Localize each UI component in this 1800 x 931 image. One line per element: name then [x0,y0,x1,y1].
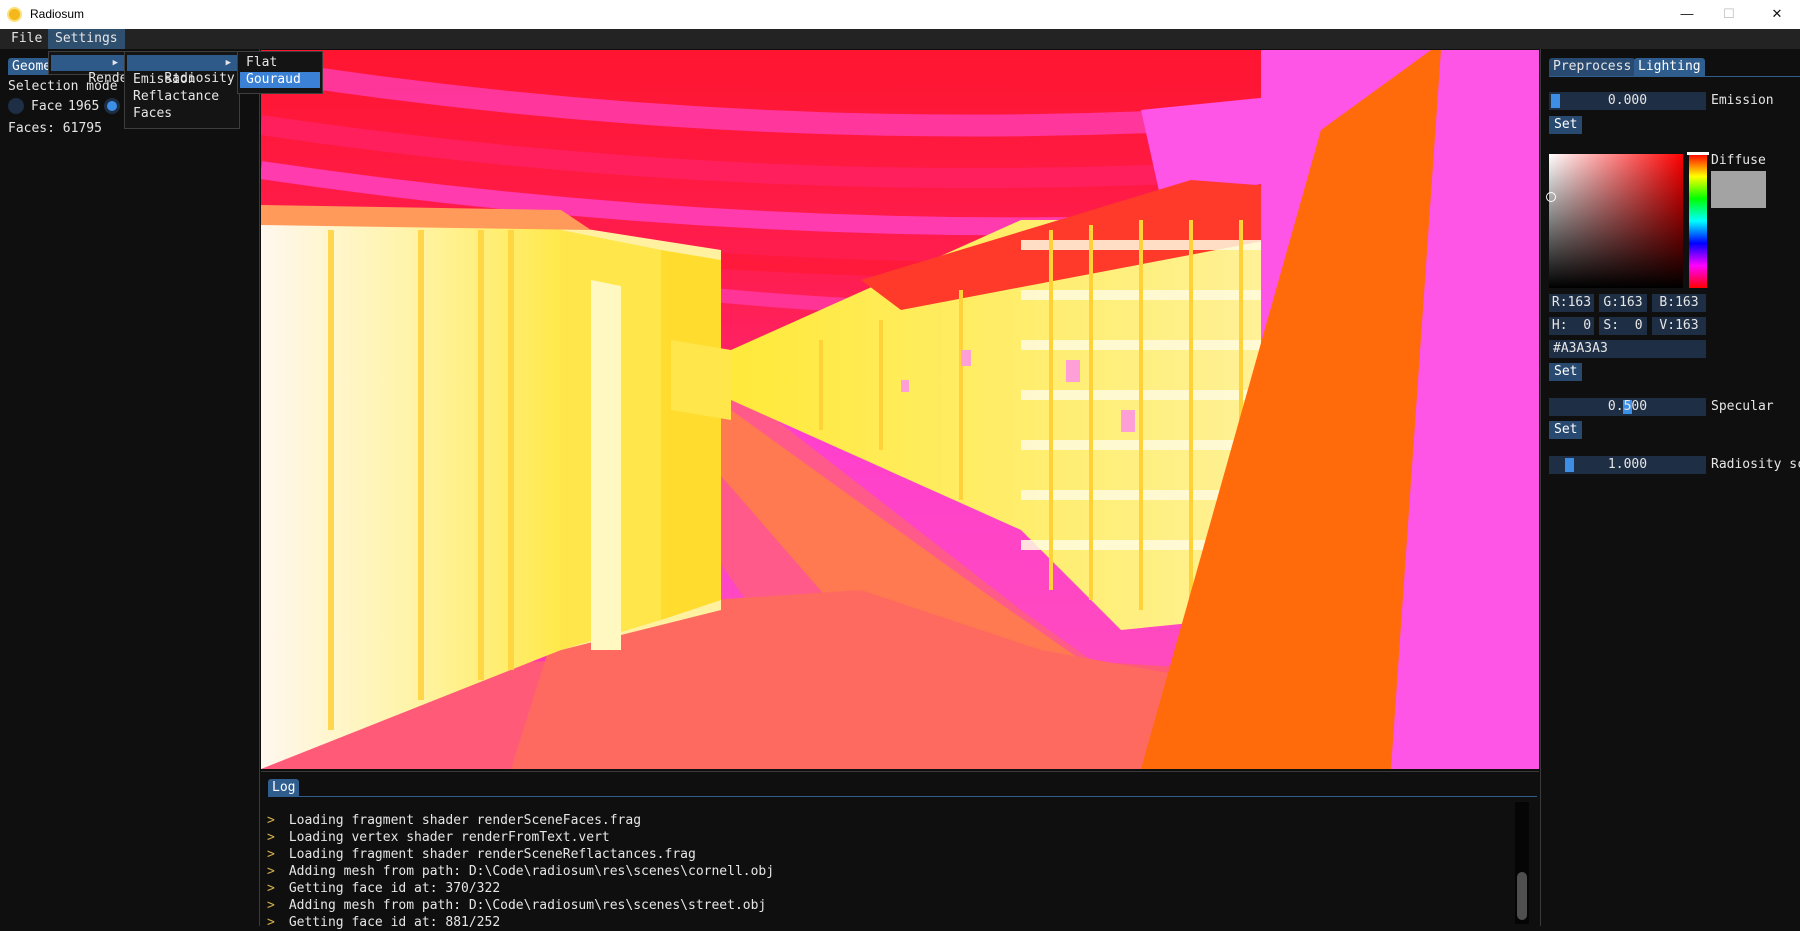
specular-value: 0.500 [1607,399,1648,414]
app-sun-icon [9,9,20,20]
log-line: > Getting face id at: 370/322 [267,880,500,897]
emission-set-button[interactable]: Set [1549,116,1583,134]
diffuse-g-field[interactable]: G:163 [1599,294,1647,312]
specular-set-button[interactable]: Set [1549,421,1583,439]
radiosity-scale-slider[interactable]: 1.000 [1549,456,1706,474]
log-line: > Loading fragment shader renderSceneFace… [267,812,641,829]
menu-item-render[interactable]: Render ▶ [51,55,135,86]
tab-lighting[interactable]: Lighting [1634,58,1705,76]
diffuse-v-field[interactable]: V:163 [1652,317,1706,335]
log-chevron-icon: > [267,915,275,930]
diffuse-b-field[interactable]: B:163 [1652,294,1706,312]
main-menu-bar: File Settings [0,29,1800,49]
log-line: > Adding mesh from path: D:\Code\radiosum… [267,897,766,914]
log-message: Adding mesh from path: D:\Code\radiosum\… [288,864,775,879]
menu-item-radiosity[interactable]: Radiosity ▶ [127,55,237,86]
faces-count: Faces: 61795 [8,121,102,136]
log-scrollbar-thumb[interactable] [1517,872,1527,920]
face-radio[interactable] [8,98,24,114]
log-message: Loading fragment shader renderSceneFaces… [288,813,642,828]
menu-file[interactable]: File [4,29,49,49]
log-message: Loading fragment shader renderSceneRefla… [288,847,696,862]
log-message: Adding mesh from path: D:\Code\radiosum\… [288,898,767,913]
diffuse-h-field[interactable]: H: 0 [1549,317,1594,335]
log-tab-underline [268,796,1537,797]
geometry-panel: Geome Selection mode Face 1965 Faces: 61… [0,49,260,926]
emission-slider[interactable]: 0.000 [1549,92,1706,110]
menu-settings[interactable]: Settings [48,29,125,49]
log-chevron-icon: > [267,864,275,879]
menu-item-faces[interactable]: Faces [127,106,237,122]
tab-log[interactable]: Log [268,779,300,797]
specular-label: Specular [1711,399,1774,414]
scene-viewport[interactable] [261,50,1539,769]
window-title: Radiosum [30,7,85,21]
log-chevron-icon: > [267,830,275,845]
log-chevron-icon: > [267,847,275,862]
menu-item-reflactance[interactable]: Reflactance [127,89,237,105]
radiosity-scale-value: 1.000 [1607,457,1648,472]
menu-item-gouraud[interactable]: Gouraud [240,72,320,88]
settings-menu: Render ▶ [48,51,135,86]
diffuse-sv-square[interactable] [1546,154,1683,288]
emission-label: Emission [1711,93,1774,108]
street-scene-render [261,50,1539,769]
log-line: > Loading vertex shader renderFromText.ve… [267,829,610,846]
tab-underline [1549,76,1800,77]
log-chevron-icon: > [267,813,275,828]
window-title-bar: Radiosum — ☐ ✕ [0,0,1800,29]
maximize-button[interactable]: ☐ [1706,0,1752,29]
radiosity-submenu: Flat Gouraud [237,51,323,94]
diffuse-hex-field[interactable]: #A3A3A3 [1549,340,1706,358]
diffuse-color-swatch[interactable] [1711,171,1766,208]
log-line: > Adding mesh from path: D:\Code\radiosum… [267,863,774,880]
log-message: Getting face id at: 370/322 [288,881,501,896]
submenu-arrow-icon: ▶ [225,58,231,68]
log-chevron-icon: > [267,898,275,913]
specular-slider[interactable]: 0.500 [1549,398,1706,416]
emission-value: 0.000 [1607,93,1648,108]
log-line: > Getting face id at: 881/252 [267,914,500,931]
menu-item-emission[interactable]: Emission [127,72,237,88]
diffuse-s-field[interactable]: S: 0 [1599,317,1647,335]
log-chevron-icon: > [267,881,275,896]
selection-radio-selected[interactable] [104,98,120,114]
render-submenu: Radiosity ▶ Emission Reflactance Faces [124,51,240,129]
selected-face-id: 1965 [68,99,100,114]
log-scrollbar[interactable] [1515,802,1529,924]
submenu-arrow-icon: ▶ [112,58,118,68]
diffuse-set-button[interactable]: Set [1549,363,1583,381]
minimize-button[interactable]: — [1664,0,1710,29]
log-line: > Loading fragment shader renderSceneRefl… [267,846,696,863]
lighting-panel: Preprocess Lighting 0.000 Emission Set D… [1540,49,1800,926]
sv-picker-cursor[interactable] [1546,192,1556,202]
log-message: Getting face id at: 881/252 [288,915,501,930]
radiosity-scale-label: Radiosity sc [1711,457,1800,472]
menu-item-flat[interactable]: Flat [240,55,320,71]
diffuse-hue-bar[interactable] [1687,152,1709,288]
close-button[interactable]: ✕ [1754,0,1800,29]
log-window: Log > Loading fragment shader renderScene… [261,771,1539,930]
diffuse-r-field[interactable]: R:163 [1549,294,1594,312]
tab-preprocess[interactable]: Preprocess [1549,58,1636,76]
diffuse-label: Diffuse [1711,153,1766,168]
hue-marker[interactable] [1687,152,1709,155]
log-message: Loading vertex shader renderFromText.ver… [288,830,610,845]
